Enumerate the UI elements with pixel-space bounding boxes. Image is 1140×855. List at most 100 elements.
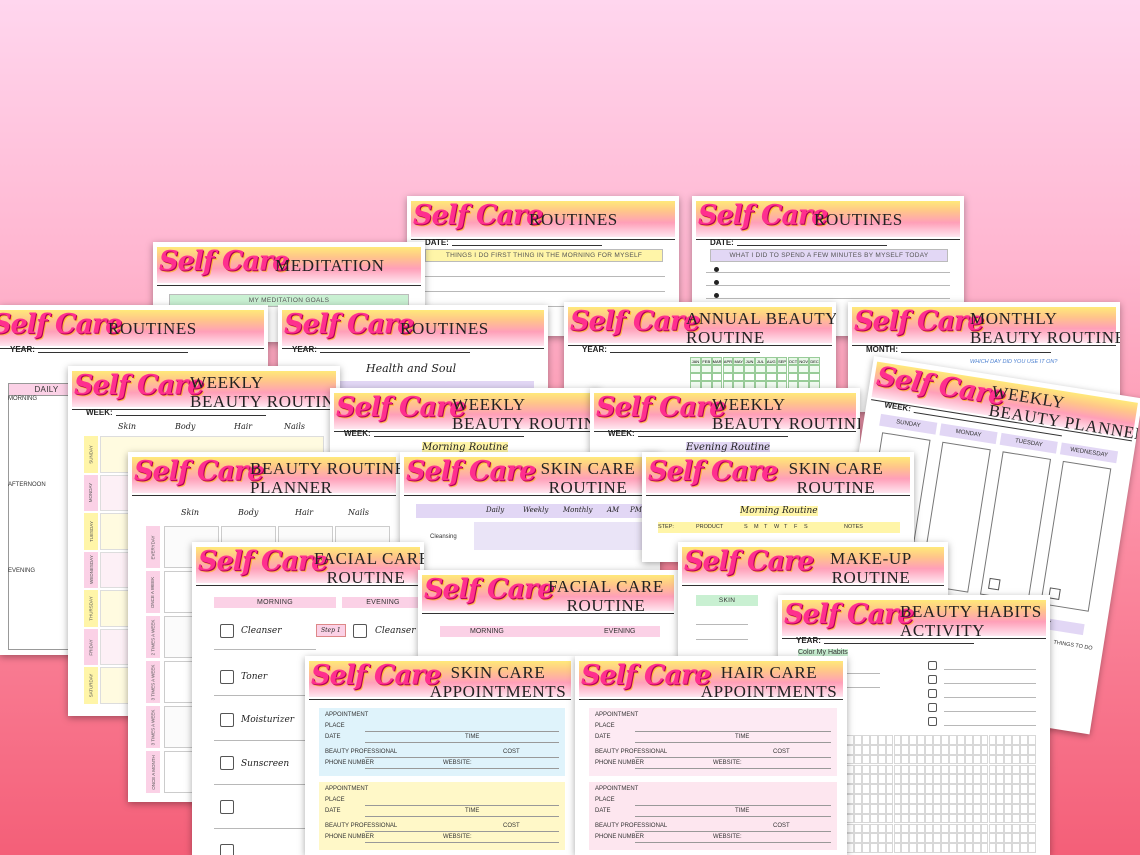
habit-cell[interactable] [988, 774, 997, 785]
habit-cell[interactable] [877, 754, 886, 765]
field-line[interactable] [635, 842, 831, 843]
habit-cell[interactable] [853, 803, 862, 814]
habit-cell[interactable] [869, 794, 878, 804]
habit-cell[interactable] [901, 833, 910, 844]
habit-cell[interactable] [988, 764, 997, 775]
habit-cell[interactable] [996, 823, 1005, 834]
month-cell[interactable] [700, 373, 712, 381]
habit-cell[interactable] [1020, 823, 1029, 834]
sunscreen-checkbox[interactable] [220, 756, 234, 770]
habit-cell[interactable] [893, 764, 902, 775]
habit-cell[interactable] [972, 794, 981, 804]
field-line[interactable] [365, 816, 559, 817]
habit-cell[interactable] [933, 794, 941, 804]
habit-cell[interactable] [964, 794, 973, 804]
habit-cell[interactable] [901, 764, 910, 775]
habit-cell[interactable] [996, 813, 1005, 824]
habit-cell[interactable] [972, 843, 981, 853]
habit-cell[interactable] [1028, 794, 1036, 804]
habit-cell[interactable] [980, 823, 989, 834]
habit-cell[interactable] [901, 813, 910, 824]
habit-cell[interactable] [877, 744, 886, 755]
habit-cell[interactable] [853, 735, 862, 745]
habit-cell[interactable] [861, 744, 870, 755]
habit-cell[interactable] [988, 833, 997, 844]
month-cell[interactable] [765, 365, 777, 373]
habit-cell[interactable] [917, 833, 926, 844]
field-line[interactable] [365, 742, 559, 743]
habit-cell[interactable] [941, 744, 949, 755]
habit-cell[interactable] [925, 735, 934, 745]
habit-checkbox[interactable] [928, 703, 937, 712]
habit-cell[interactable] [1012, 794, 1021, 804]
habit-cell[interactable] [933, 754, 941, 765]
habit-cell[interactable] [988, 803, 997, 814]
habit-cell[interactable] [853, 823, 862, 834]
habit-cell[interactable] [1004, 843, 1013, 853]
habit-cell[interactable] [980, 833, 989, 844]
month-cell[interactable] [755, 373, 766, 381]
habit-cell[interactable] [885, 803, 894, 814]
habit-cell[interactable] [1004, 823, 1013, 834]
habit-cell[interactable] [901, 784, 910, 794]
habit-cell[interactable] [1012, 735, 1021, 745]
habit-cell[interactable] [869, 735, 878, 745]
habit-cell[interactable] [972, 744, 981, 755]
month-cell[interactable] [722, 373, 734, 381]
month-cell[interactable] [700, 365, 712, 373]
habit-cell[interactable] [861, 735, 870, 745]
habit-cell[interactable] [964, 744, 973, 755]
habit-cell[interactable] [853, 764, 862, 775]
field-line[interactable] [635, 816, 831, 817]
habit-cell[interactable] [964, 764, 973, 775]
habit-cell[interactable] [846, 774, 854, 785]
habit-cell[interactable] [972, 735, 981, 745]
habit-cell[interactable] [948, 823, 957, 834]
habit-cell[interactable] [956, 735, 965, 745]
habit-cell[interactable] [933, 823, 941, 834]
habit-cell[interactable] [1028, 843, 1036, 853]
habit-cell[interactable] [885, 774, 894, 785]
field-line[interactable] [635, 742, 831, 743]
habit-cell[interactable] [1020, 764, 1029, 775]
habit-cell[interactable] [972, 823, 981, 834]
habit-cell[interactable] [885, 754, 894, 765]
habit-cell[interactable] [964, 735, 973, 745]
habit-cell[interactable] [917, 764, 926, 775]
habit-cell[interactable] [901, 774, 910, 785]
month-cell[interactable] [690, 365, 701, 373]
month-cell[interactable] [809, 373, 820, 381]
habit-cell[interactable] [1028, 823, 1036, 834]
habit-cell[interactable] [1028, 833, 1036, 844]
habit-cell[interactable] [1004, 833, 1013, 844]
habit-cell[interactable] [972, 784, 981, 794]
habit-cell[interactable] [972, 833, 981, 844]
habit-cell[interactable] [996, 744, 1005, 755]
habit-cell[interactable] [1012, 754, 1021, 765]
habit-cell[interactable] [846, 784, 854, 794]
field-line[interactable] [365, 805, 559, 806]
habit-cell[interactable] [972, 803, 981, 814]
habit-cell[interactable] [925, 754, 934, 765]
habit-cell[interactable] [846, 803, 854, 814]
habit-cell[interactable] [956, 813, 965, 824]
habit-cell[interactable] [917, 784, 926, 794]
habit-cell[interactable] [933, 774, 941, 785]
habit-cell[interactable] [893, 803, 902, 814]
habit-cell[interactable] [996, 754, 1005, 765]
habit-cell[interactable] [869, 754, 878, 765]
habit-cell[interactable] [1020, 735, 1029, 745]
habit-checkbox[interactable] [928, 675, 937, 684]
habit-cell[interactable] [885, 833, 894, 844]
habit-cell[interactable] [1004, 803, 1013, 814]
habit-cell[interactable] [956, 744, 965, 755]
habit-cell[interactable] [972, 774, 981, 785]
habit-cell[interactable] [933, 744, 941, 755]
habit-cell[interactable] [909, 843, 918, 853]
habit-cell[interactable] [917, 803, 926, 814]
habit-cell[interactable] [1004, 794, 1013, 804]
month-cell[interactable] [776, 365, 788, 373]
habit-cell[interactable] [948, 843, 957, 853]
habit-cell[interactable] [948, 803, 957, 814]
habit-cell[interactable] [996, 764, 1005, 775]
